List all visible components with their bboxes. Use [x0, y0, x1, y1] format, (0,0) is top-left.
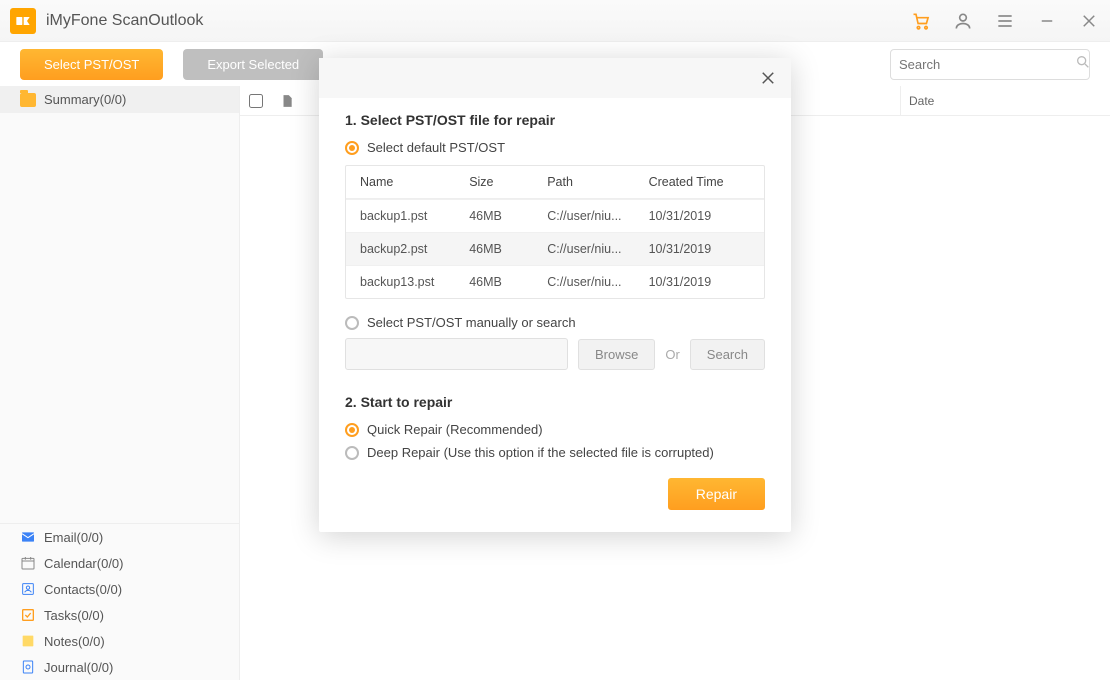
file-column-icon — [272, 93, 302, 109]
calendar-icon — [20, 555, 36, 571]
user-icon[interactable] — [952, 10, 974, 32]
minimize-icon[interactable] — [1036, 10, 1058, 32]
repair-button[interactable]: Repair — [668, 478, 765, 510]
search-icon — [1075, 54, 1091, 75]
sidebar-item-label: Notes(0/0) — [44, 634, 105, 649]
radio-select-manual[interactable]: Select PST/OST manually or search — [345, 315, 765, 330]
sidebar-item-journal[interactable]: Journal(0/0) — [0, 654, 239, 680]
radio-label: Deep Repair (Use this option if the sele… — [367, 445, 714, 460]
mail-icon — [20, 529, 36, 545]
sidebar-item-label: Tasks(0/0) — [44, 608, 104, 623]
step2-title: 2. Start to repair — [345, 394, 765, 410]
radio-icon — [345, 423, 359, 437]
sidebar-item-label: Contacts(0/0) — [44, 582, 122, 597]
radio-quick-repair[interactable]: Quick Repair (Recommended) — [345, 422, 765, 437]
app-title: iMyFone ScanOutlook — [46, 12, 203, 30]
radio-icon — [345, 446, 359, 460]
notes-icon — [20, 633, 36, 649]
radio-icon — [345, 141, 359, 155]
or-label: Or — [665, 347, 679, 362]
radio-icon — [345, 316, 359, 330]
sidebar-item-calendar[interactable]: Calendar(0/0) — [0, 550, 239, 576]
sidebar-item-label: Summary(0/0) — [44, 92, 126, 107]
close-icon[interactable] — [1078, 10, 1100, 32]
journal-icon — [20, 659, 36, 675]
table-row[interactable]: backup1.pst 46MB C://user/niu... 10/31/2… — [346, 199, 764, 232]
table-header: Name Size Path Created Time — [346, 166, 764, 199]
sidebar-item-label: Journal(0/0) — [44, 660, 113, 675]
manual-path-input[interactable] — [345, 338, 568, 370]
table-row[interactable]: backup13.pst 46MB C://user/niu... 10/31/… — [346, 265, 764, 298]
app-logo — [10, 8, 36, 34]
sidebar-item-summary[interactable]: Summary(0/0) — [0, 86, 239, 113]
search-button[interactable]: Search — [690, 339, 765, 370]
radio-select-default[interactable]: Select default PST/OST — [345, 140, 765, 155]
col-path: Path — [547, 175, 648, 189]
radio-label: Select PST/OST manually or search — [367, 315, 576, 330]
cart-icon[interactable] — [910, 10, 932, 32]
col-size: Size — [469, 175, 547, 189]
dialog-close-icon[interactable] — [759, 69, 777, 87]
table-row[interactable]: backup2.pst 46MB C://user/niu... 10/31/2… — [346, 232, 764, 265]
search-input[interactable] — [899, 57, 1075, 72]
step1-title: 1. Select PST/OST file for repair — [345, 112, 765, 128]
col-created: Created Time — [649, 175, 750, 189]
tasks-icon — [20, 607, 36, 623]
menu-icon[interactable] — [994, 10, 1016, 32]
sidebar-item-label: Calendar(0/0) — [44, 556, 124, 571]
sidebar: Summary(0/0) Email(0/0) Calendar(0/0) Co… — [0, 86, 240, 680]
sidebar-item-contacts[interactable]: Contacts(0/0) — [0, 576, 239, 602]
select-all-checkbox[interactable] — [249, 94, 263, 108]
titlebar: iMyFone ScanOutlook — [0, 0, 1110, 42]
sidebar-item-email[interactable]: Email(0/0) — [0, 524, 239, 550]
folder-icon — [20, 93, 36, 107]
export-selected-button[interactable]: Export Selected — [183, 49, 323, 80]
select-pst-button[interactable]: Select PST/OST — [20, 49, 163, 80]
radio-deep-repair[interactable]: Deep Repair (Use this option if the sele… — [345, 445, 765, 460]
sidebar-item-tasks[interactable]: Tasks(0/0) — [0, 602, 239, 628]
radio-label: Select default PST/OST — [367, 140, 505, 155]
radio-label: Quick Repair (Recommended) — [367, 422, 543, 437]
contacts-icon — [20, 581, 36, 597]
search-box[interactable] — [890, 49, 1090, 80]
sidebar-item-label: Email(0/0) — [44, 530, 103, 545]
col-name: Name — [360, 175, 469, 189]
file-table: Name Size Path Created Time backup1.pst … — [345, 165, 765, 299]
browse-button[interactable]: Browse — [578, 339, 655, 370]
sidebar-item-notes[interactable]: Notes(0/0) — [0, 628, 239, 654]
repair-dialog: 1. Select PST/OST file for repair Select… — [319, 58, 791, 532]
date-column[interactable]: Date — [900, 86, 1110, 115]
